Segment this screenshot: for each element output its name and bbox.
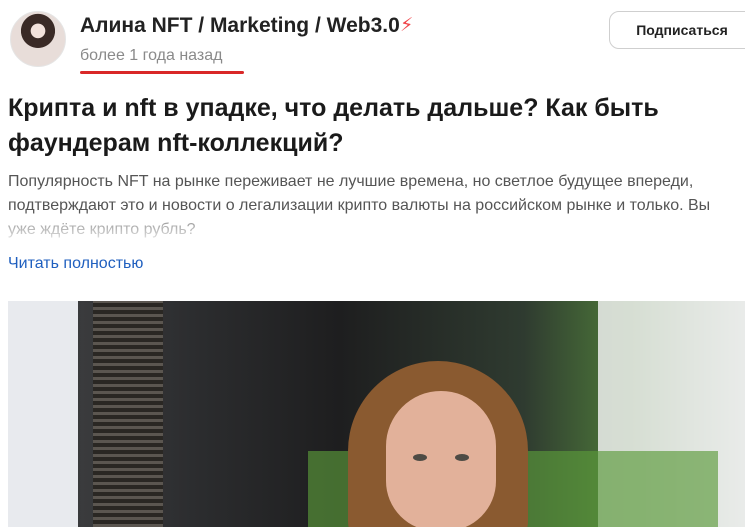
image-eye-right — [455, 454, 469, 461]
image-left-panel — [8, 301, 78, 527]
image-eye-left — [413, 454, 427, 461]
author-avatar[interactable] — [10, 11, 66, 67]
subscribe-button[interactable]: Подписаться — [609, 11, 745, 49]
excerpt-fade — [0, 216, 745, 246]
post-title[interactable]: Крипта и nft в упадке, что делать дальше… — [8, 91, 738, 161]
author-name[interactable]: Алина NFT / Marketing / Web3.0 — [80, 14, 400, 38]
post-image[interactable] — [8, 301, 745, 527]
time-underline — [80, 71, 244, 74]
image-face — [386, 391, 496, 527]
lightning-icon: ⚡ — [400, 15, 414, 36]
post-time: более 1 года назад — [80, 47, 223, 64]
image-grid-panel — [93, 301, 163, 527]
read-more-link[interactable]: Читать полностью — [8, 255, 143, 273]
